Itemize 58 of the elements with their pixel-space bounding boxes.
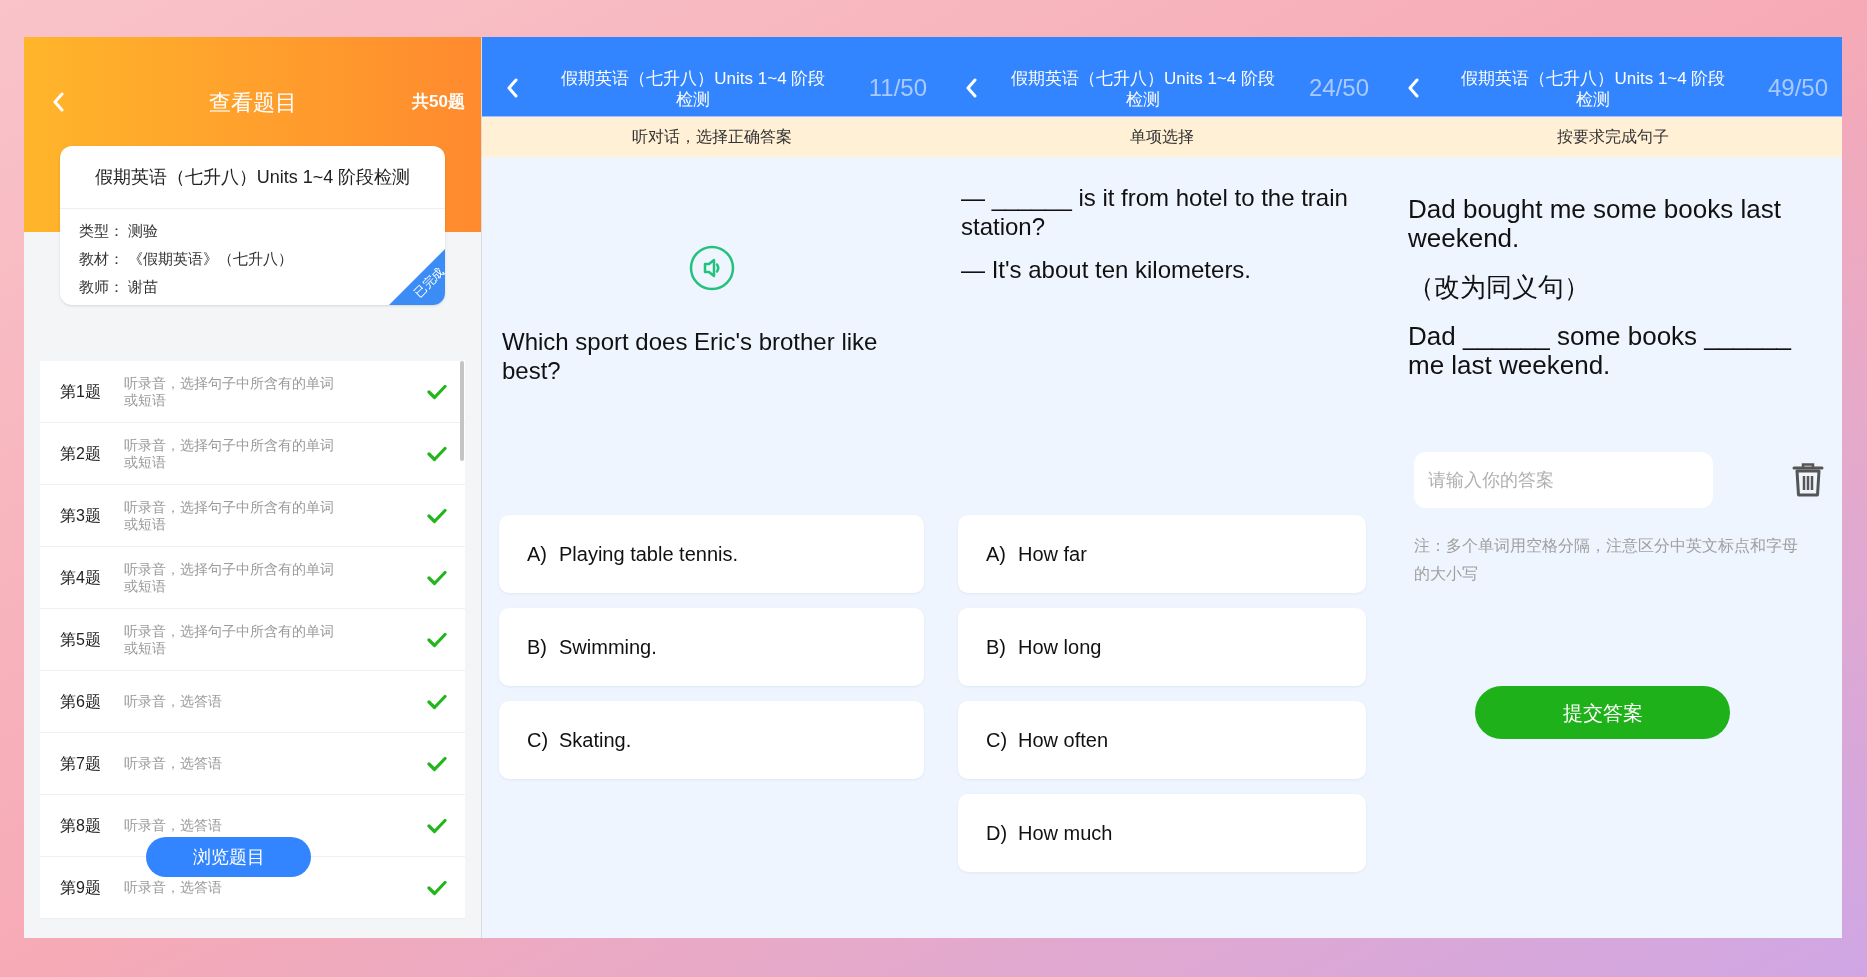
question-number: 第7题 (60, 753, 102, 774)
option-letter: A) (527, 542, 548, 567)
progress-counter: 11/50 (868, 73, 927, 103)
question-description: 听录音，选择句子中所含有的单词或短语 (124, 560, 335, 595)
quiz-title: 假期英语（七升八）Units 1~4 阶段检测 (1009, 68, 1276, 110)
option-letter: B) (986, 635, 1007, 660)
field-value: 《假期英语》（七升八） (128, 248, 293, 269)
completed-badge: 已完成 (389, 249, 445, 305)
field-label: 类型： (79, 220, 124, 241)
input-note: 注：多个单词用空格分隔，注意区分中英文标点和字母的大小写 (1413, 536, 1799, 584)
option-letter: C) (986, 728, 1009, 753)
question-text: — ______ is it from hotel to the train station? (961, 183, 1349, 241)
quiz-title: 假期英语（七升八）Units 1~4 阶段检测 (60, 146, 445, 209)
question-description: 听录音，选择句子中所含有的单词或短语 (124, 374, 335, 409)
option-text: Swimming. (559, 635, 657, 660)
option-letter: A) (986, 542, 1007, 567)
field-value: 测验 (128, 220, 158, 241)
question-number: 第8题 (60, 815, 102, 836)
question-description: 听录音，选择句子中所含有的单词或短语 (124, 498, 335, 533)
option-text: How far (1018, 542, 1087, 567)
field-label: 教师： (79, 276, 124, 297)
option-letter: D) (986, 821, 1009, 846)
section-label: 听对话，选择正确答案 (482, 117, 941, 157)
question-number: 第2题 (60, 443, 102, 464)
quiz-title: 假期英语（七升八）Units 1~4 阶段检测 (1460, 68, 1727, 110)
question-description: 听录音，选答语 (124, 817, 223, 834)
progress-counter: 49/50 (1767, 73, 1828, 103)
question-description: 听录音，选答语 (124, 879, 223, 896)
question-text: Dad ______ some books ______ me last weekend. (1408, 322, 1793, 380)
question-description: 听录音，选答语 (124, 693, 223, 710)
question-number: 第3题 (60, 505, 102, 526)
option-letter: B) (527, 635, 548, 660)
progress-counter: 24/50 (1308, 73, 1369, 103)
section-label: 单项选择 (941, 117, 1383, 157)
question-text: （改为同义句） (1408, 273, 1591, 302)
option-text: How much (1018, 821, 1113, 846)
section-label: 按要求完成句子 (1383, 117, 1842, 157)
question-text: Which sport does Eric's brother like best? (502, 327, 879, 385)
quiz-title: 假期英语（七升八）Units 1~4 阶段检测 (560, 68, 827, 110)
question-description: 听录音，选择句子中所含有的单词或短语 (124, 622, 335, 657)
option-text: How often (1018, 728, 1109, 753)
field-value: 谢苗 (128, 276, 158, 297)
option-text: Playing table tennis. (559, 542, 738, 567)
question-number: 第9题 (60, 877, 102, 898)
question-number: 第6题 (60, 691, 102, 712)
option-text: Skating. (559, 728, 632, 753)
question-text: — It's about ten kilometers. (961, 255, 1253, 284)
question-number: 第1题 (60, 381, 102, 402)
question-count: 共50题 (412, 91, 465, 114)
question-number: 第4题 (60, 567, 102, 588)
question-number: 第5题 (60, 629, 102, 650)
option-letter: C) (527, 728, 550, 753)
question-description: 听录音，选择句子中所含有的单词或短语 (124, 436, 335, 471)
field-label: 教材： (79, 248, 124, 269)
page-title: 查看题目 (209, 88, 298, 117)
question-text: Dad bought me some books last weekend. (1408, 195, 1782, 253)
option-text: How long (1018, 635, 1102, 660)
question-description: 听录音，选答语 (124, 755, 223, 772)
